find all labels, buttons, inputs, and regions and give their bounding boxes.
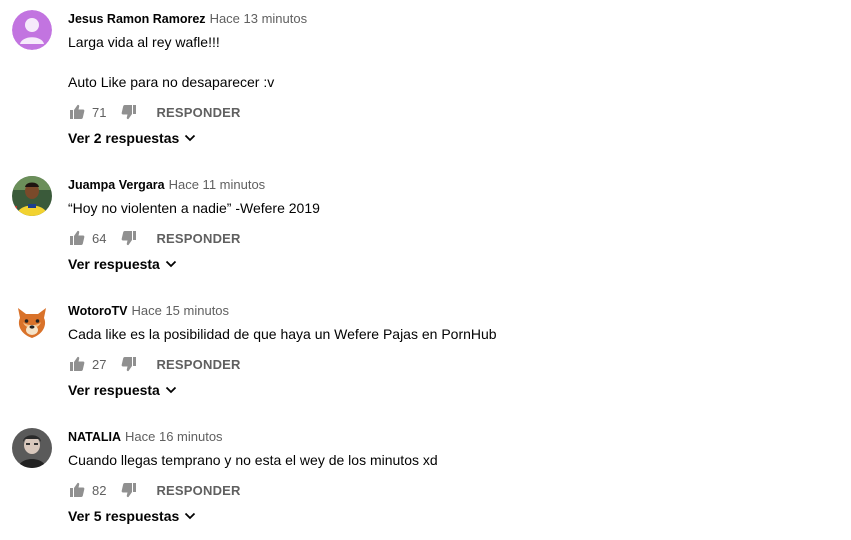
reply-button[interactable]: RESPONDER [156,357,240,372]
chevron-down-icon [165,260,177,268]
view-replies-label: Ver respuesta [68,382,160,398]
view-replies-button[interactable]: Ver respuesta [68,382,177,398]
reply-button[interactable]: RESPONDER [156,105,240,120]
like-count: 82 [92,482,107,498]
dislike-button[interactable] [120,481,138,499]
default-user-icon [12,10,52,50]
thumbs-up-icon [70,230,85,245]
comment-author[interactable]: WotoroTV [68,304,127,318]
comment-header: WotoroTV Hace 15 minutos [68,302,229,320]
chevron-down-icon [184,512,196,520]
chevron-down-icon [184,134,196,142]
comment-text: Cuando llegas temprano y no esta el wey … [68,452,438,468]
thumbs-down-icon [122,105,137,120]
comment-author[interactable]: Juampa Vergara [68,178,165,192]
avatar[interactable] [12,10,52,50]
soccer-player-photo [12,176,52,216]
thumbs-up-icon [70,104,85,119]
comment-actions: 71 RESPONDER [68,100,241,124]
like-button[interactable] [68,481,86,499]
comment-actions: 82 RESPONDER [68,478,241,502]
comment-actions: 64 RESPONDER [68,226,241,250]
view-replies-button[interactable]: Ver 2 respuestas [68,130,196,146]
like-button[interactable] [68,229,86,247]
reply-button[interactable]: RESPONDER [156,231,240,246]
comments-section: Jesus Ramon Ramorez Hace 13 minutos Larga… [0,0,851,540]
cartoon-bear-icon [12,302,52,342]
like-count: 71 [92,104,107,120]
dislike-button[interactable] [120,229,138,247]
chevron-down-icon [165,386,177,394]
view-replies-button[interactable]: Ver 5 respuestas [68,508,196,524]
view-replies-label: Ver 5 respuestas [68,508,180,524]
thumbs-down-icon [122,231,137,246]
like-count: 27 [92,356,107,372]
comment-text: “Hoy no violenten a nadie” -Wefere 2019 [68,200,320,216]
reply-button[interactable]: RESPONDER [156,483,240,498]
comment-timestamp[interactable]: Hace 15 minutos [131,303,229,318]
dislike-button[interactable] [120,355,138,373]
avatar[interactable] [12,176,52,216]
view-replies-label: Ver 2 respuestas [68,130,180,146]
view-replies-button[interactable]: Ver respuesta [68,256,177,272]
like-button[interactable] [68,355,86,373]
like-button[interactable] [68,103,86,121]
thumbs-down-icon [122,357,137,372]
comment-author[interactable]: NATALIA [68,430,121,444]
comment-timestamp[interactable]: Hace 11 minutos [169,177,266,192]
comment-header: Jesus Ramon Ramorez Hace 13 minutos [68,10,307,28]
comment-header: Juampa Vergara Hace 11 minutos [68,176,265,194]
avatar[interactable] [12,428,52,468]
like-count: 64 [92,230,107,246]
thumbs-up-icon [70,356,85,371]
thumbs-down-icon [122,483,137,498]
comment-timestamp[interactable]: Hace 16 minutos [125,429,223,444]
comment-actions: 27 RESPONDER [68,352,241,376]
user-photo [12,428,52,468]
view-replies-label: Ver respuesta [68,256,160,272]
comment-text: Larga vida al rey wafle!!! Auto Like par… [68,34,275,90]
comment-author[interactable]: Jesus Ramon Ramorez [68,12,206,26]
comment-text: Cada like es la posibilidad de que haya … [68,326,497,342]
thumbs-up-icon [70,482,85,497]
comment-header: NATALIA Hace 16 minutos [68,428,223,446]
avatar[interactable] [12,302,52,342]
dislike-button[interactable] [120,103,138,121]
comment-timestamp[interactable]: Hace 13 minutos [210,11,308,26]
